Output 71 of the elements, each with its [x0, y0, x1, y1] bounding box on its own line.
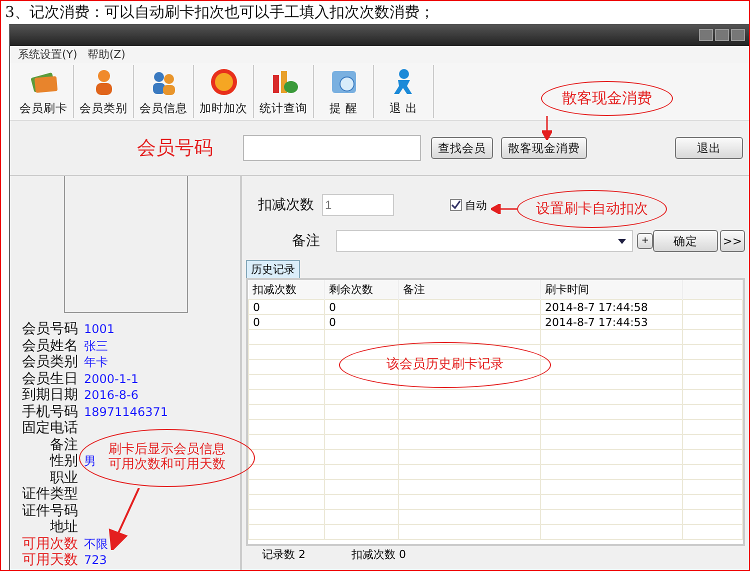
field-value: 张三	[84, 338, 108, 354]
exit-button[interactable]: 退出	[675, 137, 743, 159]
field-label: 性别	[48, 453, 78, 469]
auto-deduct-label: 自动	[465, 198, 487, 212]
field-label: 会员号码	[21, 321, 78, 337]
field-label: 职业	[49, 470, 78, 486]
callout-ellipse: 该会员历史刷卡记录	[339, 342, 551, 388]
field-value: 男	[84, 453, 96, 470]
callout-ellipse: 散客现金消费	[541, 81, 673, 116]
table-cell: 2014-8-7 17:44:58	[540, 300, 682, 314]
field-label: 会员类别	[21, 354, 78, 370]
field-value: 不限	[84, 536, 108, 552]
find-member-button[interactable]: 查找会员	[431, 137, 493, 159]
field-label: 会员姓名	[21, 338, 78, 354]
toolbar-button[interactable]: 统计查询	[254, 65, 314, 118]
field-value: 年卡	[84, 354, 108, 371]
toolbar-button[interactable]: 会员类别	[74, 65, 134, 118]
remark-label: 备注	[292, 232, 320, 250]
menu-item[interactable]: 帮助(Z)	[87, 47, 126, 62]
member-number-field[interactable]	[243, 135, 421, 161]
callout-text: 刷卡后显示会员信息	[108, 443, 226, 458]
confirm-button[interactable]: 确定	[652, 230, 718, 252]
table-cell: 0	[324, 314, 398, 330]
caption: 3、记次消费：可以自动刷卡扣次也可以手工填入扣次次数消费；	[4, 2, 436, 23]
field-label: 可用天数	[21, 552, 78, 568]
status-text: 扣减次数 0	[352, 546, 406, 562]
column-header: 备注	[398, 280, 540, 300]
member-number-label: 会员号码	[136, 136, 214, 161]
coin-icon	[208, 67, 238, 97]
field-value: 723	[84, 553, 107, 567]
add-button[interactable]: +	[637, 233, 653, 249]
field-value: 2016-8-6	[84, 388, 138, 402]
callout-text: 可用次数和可用天数	[108, 458, 226, 473]
table-cell: 2014-8-7 17:44:53	[540, 314, 682, 330]
field-label: 可用次数	[21, 536, 78, 552]
arrow-icon	[491, 204, 517, 214]
column-header: 剩余次数	[324, 280, 398, 300]
history-tab[interactable]: 历史记录	[246, 260, 300, 278]
remark-dropdown[interactable]	[336, 230, 634, 252]
deduct-count-field[interactable]: 1	[322, 194, 394, 216]
field-value: 18971146371	[84, 404, 168, 418]
field-label: 地址	[49, 519, 78, 535]
field-label: 手机号码	[21, 404, 78, 420]
field-value: 2000-1-1	[84, 372, 138, 386]
column-header: 扣减次数	[248, 280, 324, 300]
callout-ellipse: 设置刷卡自动扣次	[517, 190, 667, 228]
toolbar-button[interactable]: 加时加次	[194, 65, 254, 118]
field-value: 1001	[84, 322, 115, 336]
more-button[interactable]: >>	[720, 230, 745, 252]
toolbar-button[interactable]: 提 醒	[314, 65, 374, 118]
field-label: 会员生日	[21, 370, 78, 386]
field-label: 到期日期	[21, 387, 78, 403]
column-header: 刷卡时间	[540, 280, 682, 300]
toolbar-button[interactable]: 会员刷卡	[14, 65, 74, 118]
toolbar-button[interactable]: 退 出	[374, 65, 434, 118]
auto-deduct-checkbox[interactable]	[450, 199, 462, 211]
cash-consume-button[interactable]: 散客现金消费	[501, 137, 587, 159]
toolbar-button[interactable]: 会员信息	[134, 65, 194, 118]
field-label: 固定电话	[21, 420, 78, 436]
arrow-icon	[107, 488, 141, 550]
menu-item[interactable]: 系统设置(Y)	[18, 47, 78, 62]
dropdown-caret-icon	[618, 238, 626, 244]
table-cell: 0	[248, 300, 324, 314]
field-label: 备注	[49, 436, 78, 452]
table-cell: 0	[324, 300, 398, 314]
arrow-icon	[542, 116, 552, 140]
field-label: 证件类型	[21, 486, 78, 502]
deduct-count-label: 扣减次数	[258, 196, 314, 214]
status-text: 记录数 2	[262, 546, 306, 562]
field-label: 证件号码	[21, 502, 78, 518]
table-cell: 0	[248, 314, 324, 330]
